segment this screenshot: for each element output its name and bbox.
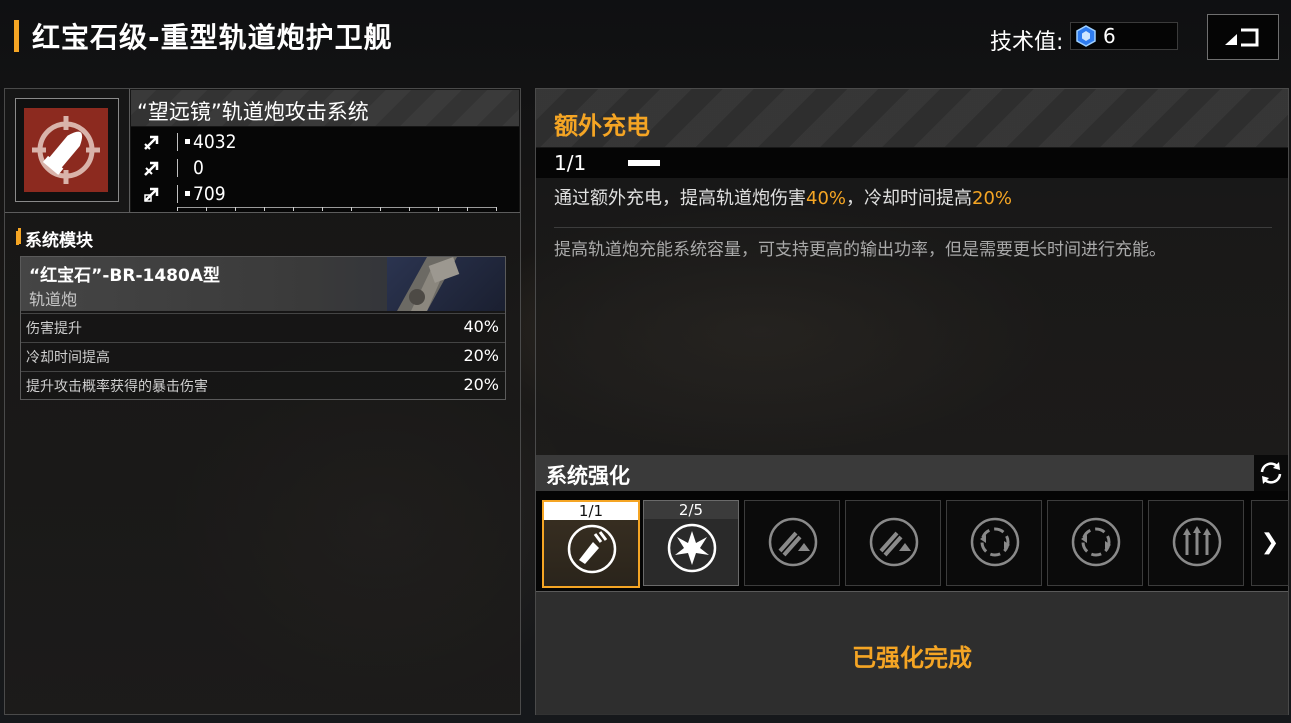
slot-level: 1/1 <box>544 502 638 520</box>
upgrade-level-bar: 1/1 <box>536 148 1288 178</box>
siege-arrow-icon <box>144 187 159 202</box>
enhancement-slot[interactable] <box>744 500 840 586</box>
weapon-title-bar: “望远镜”轨道炮攻击系统 <box>131 90 519 126</box>
slot-level: 2/5 <box>644 501 738 519</box>
stat-row-siege: 709 <box>131 181 519 207</box>
refresh-icon <box>1260 462 1282 484</box>
attr-value: 20% <box>463 375 499 394</box>
enhancement-slot[interactable] <box>845 500 941 586</box>
stat-separator <box>177 133 178 151</box>
stat-value-penetration: 0 <box>193 157 204 179</box>
module-card-header: “红宝石”-BR-1480A型 轨道炮 <box>21 257 505 311</box>
page-title: 红宝石级-重型轨道炮护卫舰 <box>32 21 393 54</box>
attr-label: 伤害提升 <box>26 321 82 337</box>
damage-up-icon <box>768 517 818 567</box>
enhancement-slot[interactable] <box>1148 500 1244 586</box>
tech-value-box: 6 <box>1070 22 1178 50</box>
module-card[interactable]: “红宝石”-BR-1480A型 轨道炮 伤害提升 40% 冷却时间提高 20% … <box>20 256 506 400</box>
upgrade-effect: 通过额外充电，提高轨道炮伤害40%，冷却时间提高20% <box>554 184 1012 210</box>
tech-gem-icon <box>1075 25 1097 47</box>
attr-label: 冷却时间提高 <box>26 350 110 366</box>
railgun-module-image <box>387 257 505 311</box>
enhancement-slot[interactable]: 2/5 <box>643 500 739 586</box>
level-progress-pip <box>628 160 660 166</box>
module-name: “红宝石”-BR-1480A型 <box>29 266 220 286</box>
effect-highlight: 20% <box>972 188 1013 209</box>
triple-arrow-up-icon <box>1172 517 1222 567</box>
enhancement-slot[interactable] <box>1047 500 1143 586</box>
upgrade-description: 提高轨道炮充能系统容量，可支持更高的输出功率，但是需要更长时间进行充能。 <box>554 240 1166 260</box>
enhancement-slot[interactable] <box>946 500 1042 586</box>
enhancement-slot-strip: 1/1 2/5 ❯ <box>536 491 1289 591</box>
modules-header: 系统模块 <box>25 231 93 251</box>
weapon-stats: 4032 0 709 <box>131 127 519 212</box>
weapon-title: “望远镜”轨道炮攻击系统 <box>137 100 369 124</box>
title-accent-bar <box>14 20 19 52</box>
divider <box>5 212 520 213</box>
section-accent <box>18 228 21 244</box>
stat-bullet <box>185 139 190 144</box>
enhancement-slot[interactable]: 1/1 <box>542 500 640 588</box>
upgrade-title-bar: 额外充电 <box>536 89 1288 147</box>
module-attr-row: 伤害提升 40% <box>21 313 505 342</box>
extra-charge-icon <box>567 524 617 574</box>
effect-highlight: 40% <box>806 188 847 209</box>
module-attr-row: 提升攻击概率获得的暴击伤害 20% <box>21 371 505 400</box>
stat-bullet <box>185 191 190 196</box>
next-slots-button[interactable]: ❯ <box>1251 500 1289 586</box>
back-button[interactable] <box>1207 14 1279 60</box>
upgrade-name: 额外充电 <box>554 112 650 140</box>
damage-arrow-icon <box>144 135 159 150</box>
enhancement-status: 已强化完成 <box>852 644 972 672</box>
attr-value: 20% <box>463 346 499 365</box>
weapon-icon-frame[interactable] <box>15 98 119 202</box>
module-attr-row: 冷却时间提高 20% <box>21 342 505 371</box>
attr-label: 提升攻击概率获得的暴击伤害 <box>26 379 208 395</box>
divider <box>554 227 1272 228</box>
attr-value: 40% <box>463 317 499 336</box>
cooldown-cycle-icon <box>1071 517 1121 567</box>
weapon-panel: “望远镜”轨道炮攻击系统 4032 0 709 系统模块 “红宝石”-BR-14… <box>4 88 521 715</box>
damage-up-icon <box>869 517 919 567</box>
penetration-arrow-icon <box>144 161 159 176</box>
railgun-shell-icon <box>24 108 108 192</box>
refresh-button[interactable] <box>1254 455 1288 491</box>
enhancement-header-bar: 系统强化 <box>536 455 1288 491</box>
effect-text: ，冷却时间提高 <box>846 188 973 209</box>
tech-value: 6 <box>1103 24 1116 48</box>
stat-value-damage: 4032 <box>193 131 237 153</box>
burst-icon <box>667 523 717 573</box>
stat-row-damage: 4032 <box>131 129 519 155</box>
cooldown-cycle-icon <box>970 517 1020 567</box>
upgrade-level: 1/1 <box>554 151 587 175</box>
enhancement-title: 系统强化 <box>546 464 630 488</box>
module-type: 轨道炮 <box>29 290 78 309</box>
divider <box>129 89 130 212</box>
enhancement-status-area: 已强化完成 <box>536 591 1288 715</box>
stat-value-siege: 709 <box>193 183 226 205</box>
tech-value-label: 技术值: <box>990 30 1064 55</box>
stat-separator <box>177 185 178 203</box>
back-arrow-icon <box>1225 28 1259 47</box>
upgrade-panel: 额外充电 1/1 通过额外充电，提高轨道炮伤害40%，冷却时间提高20% 提高轨… <box>535 88 1289 715</box>
stat-separator <box>177 159 178 177</box>
effect-text: 通过额外充电，提高轨道炮伤害 <box>554 188 806 209</box>
stat-row-penetration: 0 <box>131 155 519 181</box>
